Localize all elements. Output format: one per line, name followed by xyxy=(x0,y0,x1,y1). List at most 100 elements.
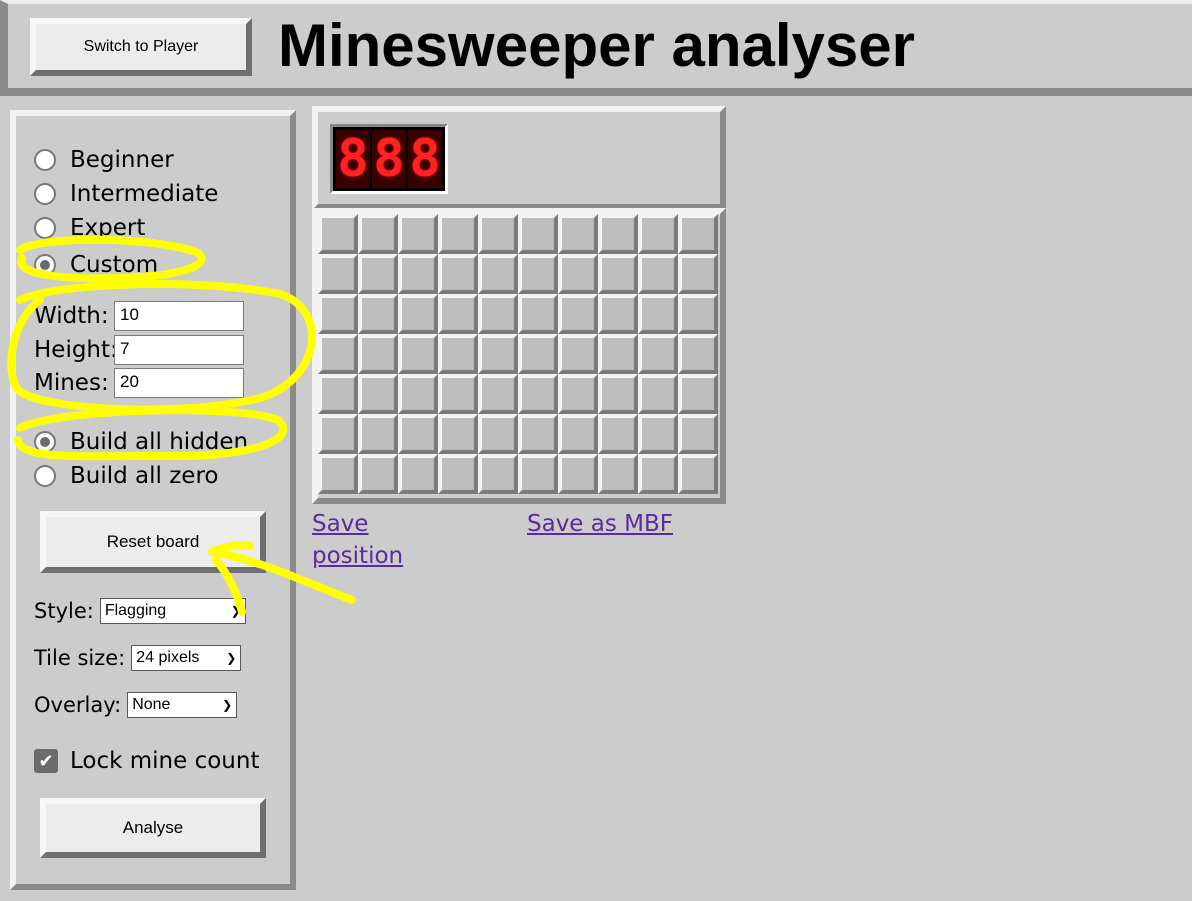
hidden-tile[interactable] xyxy=(598,414,638,454)
radio-build-hidden-button[interactable] xyxy=(34,431,56,453)
hidden-tile[interactable] xyxy=(598,374,638,414)
radio-beginner-button[interactable] xyxy=(34,149,56,171)
radio-beginner[interactable]: Beginner xyxy=(34,145,174,175)
radio-custom-button[interactable] xyxy=(34,254,56,276)
hidden-tile[interactable] xyxy=(558,374,598,414)
counter-digit: 8 xyxy=(336,129,370,189)
hidden-tile[interactable] xyxy=(558,294,598,334)
hidden-tile[interactable] xyxy=(358,294,398,334)
hidden-tile[interactable] xyxy=(678,214,718,254)
hidden-tile[interactable] xyxy=(598,214,638,254)
hidden-tile[interactable] xyxy=(398,454,438,494)
hidden-tile[interactable] xyxy=(318,294,358,334)
hidden-tile[interactable] xyxy=(638,414,678,454)
radio-intermediate-button[interactable] xyxy=(34,183,56,205)
hidden-tile[interactable] xyxy=(398,254,438,294)
hidden-tile[interactable] xyxy=(478,454,518,494)
hidden-tile[interactable] xyxy=(638,454,678,494)
radio-build-hidden[interactable]: Build all hidden xyxy=(34,427,248,457)
radio-build-zero-button[interactable] xyxy=(34,465,56,487)
hidden-tile[interactable] xyxy=(518,334,558,374)
hidden-tile[interactable] xyxy=(318,254,358,294)
hidden-tile[interactable] xyxy=(438,374,478,414)
hidden-tile[interactable] xyxy=(598,334,638,374)
hidden-tile[interactable] xyxy=(638,334,678,374)
hidden-tile[interactable] xyxy=(438,414,478,454)
hidden-tile[interactable] xyxy=(398,334,438,374)
hidden-tile[interactable] xyxy=(398,294,438,334)
hidden-tile[interactable] xyxy=(678,254,718,294)
hidden-tile[interactable] xyxy=(478,254,518,294)
hidden-tile[interactable] xyxy=(518,374,558,414)
hidden-tile[interactable] xyxy=(518,214,558,254)
hidden-tile[interactable] xyxy=(558,414,598,454)
hidden-tile[interactable] xyxy=(598,294,638,334)
hidden-tile[interactable] xyxy=(398,414,438,454)
hidden-tile[interactable] xyxy=(358,214,398,254)
overlay-select[interactable]: None ❯ xyxy=(127,692,238,718)
hidden-tile[interactable] xyxy=(598,454,638,494)
radio-intermediate[interactable]: Intermediate xyxy=(34,179,218,209)
hidden-tile[interactable] xyxy=(678,414,718,454)
hidden-tile[interactable] xyxy=(638,374,678,414)
hidden-tile[interactable] xyxy=(598,254,638,294)
hidden-tile[interactable] xyxy=(358,374,398,414)
hidden-tile[interactable] xyxy=(678,294,718,334)
hidden-tile[interactable] xyxy=(678,454,718,494)
hidden-tile[interactable] xyxy=(478,334,518,374)
hidden-tile[interactable] xyxy=(318,214,358,254)
hidden-tile[interactable] xyxy=(358,414,398,454)
hidden-tile[interactable] xyxy=(438,334,478,374)
hidden-tile[interactable] xyxy=(558,334,598,374)
hidden-tile[interactable] xyxy=(638,214,678,254)
hidden-tile[interactable] xyxy=(678,374,718,414)
hidden-tile[interactable] xyxy=(438,254,478,294)
switch-to-player-button[interactable]: Switch to Player xyxy=(30,18,252,76)
hidden-tile[interactable] xyxy=(398,374,438,414)
hidden-tile[interactable] xyxy=(358,254,398,294)
mines-field[interactable]: 20 xyxy=(114,368,244,398)
hidden-tile[interactable] xyxy=(518,254,558,294)
hidden-tile[interactable] xyxy=(318,334,358,374)
hidden-tile[interactable] xyxy=(358,334,398,374)
tile-size-select[interactable]: 24 pixels ❯ xyxy=(131,645,242,671)
hidden-tile[interactable] xyxy=(638,294,678,334)
save-position-link[interactable]: Save position xyxy=(312,508,432,572)
hidden-tile[interactable] xyxy=(558,254,598,294)
save-as-mbf-link[interactable]: Save as MBF xyxy=(527,508,673,540)
hidden-tile[interactable] xyxy=(478,374,518,414)
width-field[interactable]: 10 xyxy=(114,301,244,331)
hidden-tile[interactable] xyxy=(318,414,358,454)
height-field[interactable]: 7 xyxy=(114,335,244,365)
hidden-tile[interactable] xyxy=(638,254,678,294)
width-label: Width: xyxy=(34,303,109,329)
radio-build-zero[interactable]: Build all zero xyxy=(34,461,218,491)
analyse-button[interactable]: Analyse xyxy=(40,798,266,858)
hidden-tile[interactable] xyxy=(558,454,598,494)
radio-intermediate-label: Intermediate xyxy=(70,181,219,207)
hidden-tile[interactable] xyxy=(518,454,558,494)
hidden-tile[interactable] xyxy=(558,214,598,254)
hidden-tile[interactable] xyxy=(318,454,358,494)
hidden-tile[interactable] xyxy=(398,214,438,254)
mines-label: Mines: xyxy=(34,370,109,396)
radio-expert[interactable]: Expert xyxy=(34,213,145,243)
lock-mine-count-row[interactable]: ✔ Lock mine count xyxy=(34,746,259,776)
lock-mine-count-checkbox[interactable]: ✔ xyxy=(34,749,58,773)
mines-row: Mines: 20 xyxy=(34,367,244,399)
radio-custom[interactable]: Custom xyxy=(34,250,158,280)
hidden-tile[interactable] xyxy=(678,334,718,374)
hidden-tile[interactable] xyxy=(518,294,558,334)
hidden-tile[interactable] xyxy=(358,454,398,494)
radio-expert-button[interactable] xyxy=(34,217,56,239)
hidden-tile[interactable] xyxy=(478,294,518,334)
hidden-tile[interactable] xyxy=(478,214,518,254)
hidden-tile[interactable] xyxy=(438,294,478,334)
reset-board-button[interactable]: Reset board xyxy=(40,511,266,573)
hidden-tile[interactable] xyxy=(518,414,558,454)
hidden-tile[interactable] xyxy=(478,414,518,454)
hidden-tile[interactable] xyxy=(318,374,358,414)
hidden-tile[interactable] xyxy=(438,214,478,254)
hidden-tile[interactable] xyxy=(438,454,478,494)
style-select[interactable]: Flagging ❯ xyxy=(99,598,246,624)
